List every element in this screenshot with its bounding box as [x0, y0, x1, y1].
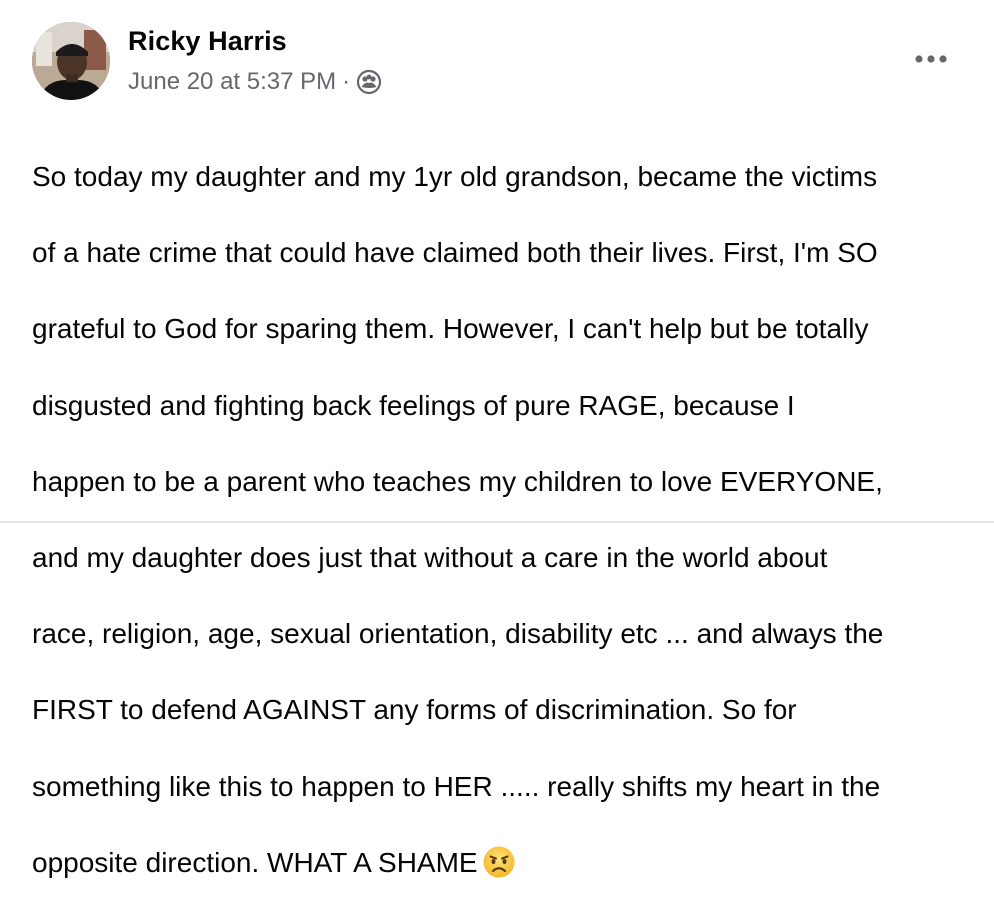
post-line: happen to be a parent who teaches my chi…	[32, 465, 883, 497]
post-line: grateful to God for sparing them. Howeve…	[32, 313, 869, 345]
post-line: race, religion, age, sexual orientation,…	[32, 618, 884, 650]
more-options-icon	[915, 55, 947, 63]
facebook-post: Ricky Harris June 20 at 5:37 PM · So tod…	[0, 0, 994, 878]
profile-photo	[32, 22, 110, 100]
post-line: disgusted and fighting back feelings of …	[32, 389, 795, 421]
post-line: FIRST to defend AGAINST any forms of dis…	[32, 694, 797, 726]
author-name[interactable]: Ricky Harris	[128, 26, 287, 57]
post-meta: June 20 at 5:37 PM ·	[128, 67, 382, 97]
frowning-face-icon	[482, 845, 516, 879]
post-line: something like this to happen to HER ...…	[32, 770, 881, 802]
divider	[0, 521, 994, 523]
post-line: opposite direction. WHAT A SHAME	[32, 846, 478, 878]
author-avatar[interactable]	[32, 22, 110, 100]
post-timestamp[interactable]: June 20 at 5:37 PM	[128, 68, 336, 96]
meta-separator: ·	[342, 68, 351, 95]
post-line: So today my daughter and my 1yr old gran…	[32, 161, 878, 193]
post-line: and my daughter does just that without a…	[32, 542, 828, 574]
friends-icon[interactable]	[356, 69, 382, 95]
more-options-button[interactable]	[906, 44, 956, 74]
post-line: of a hate crime that could have claimed …	[32, 237, 878, 269]
post-line-last: opposite direction. WHAT A SHAME	[32, 844, 977, 882]
post-body: So today my daughter and my 1yr old gran…	[32, 120, 977, 920]
